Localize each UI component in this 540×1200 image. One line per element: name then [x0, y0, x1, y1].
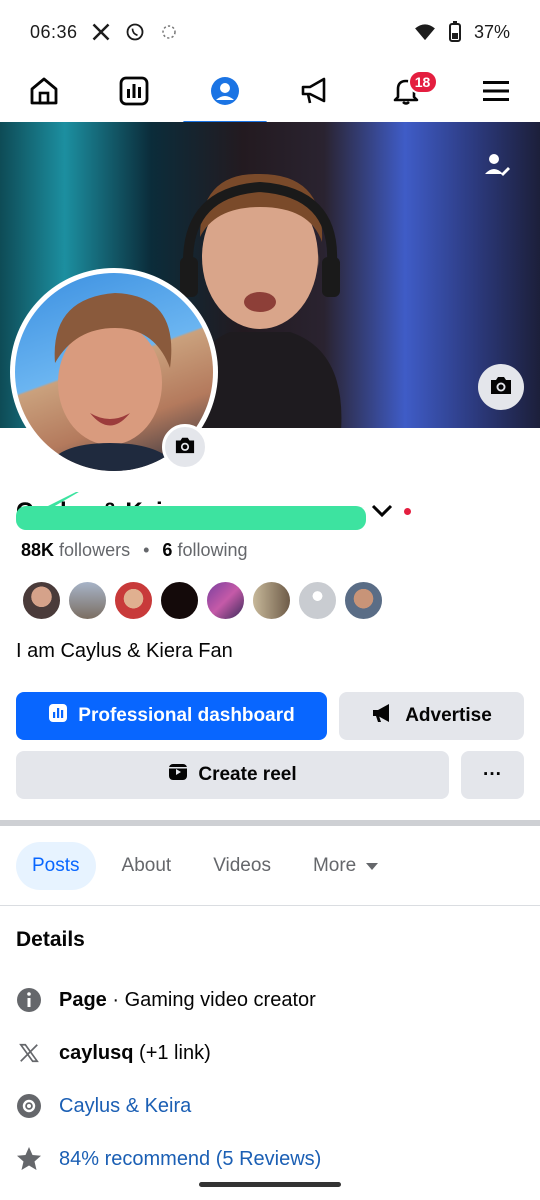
x-logo-icon: [90, 21, 112, 43]
nav-notifications[interactable]: 18: [376, 64, 438, 122]
battery-icon: [444, 21, 466, 43]
followers-label: followers: [59, 540, 131, 560]
detail-linked-page[interactable]: Caylus & Keira: [16, 1093, 191, 1119]
nav-ads[interactable]: [285, 64, 345, 122]
section-divider: [0, 820, 540, 826]
advertise-label: Advertise: [405, 705, 492, 726]
follower-avatar: [251, 580, 292, 621]
tab-about[interactable]: About: [106, 842, 188, 890]
profile-name: Caylus & Keira: [16, 492, 366, 530]
status-dot: [404, 507, 411, 515]
detail-x-handle: caylusq: [59, 1041, 134, 1064]
advertise-button[interactable]: Advertise: [339, 692, 524, 740]
tab-videos[interactable]: Videos: [197, 842, 287, 890]
follower-avatar: [67, 580, 108, 621]
following-count: 6: [162, 540, 173, 560]
more-options-button[interactable]: ···: [461, 751, 524, 799]
follower-avatars[interactable]: [21, 580, 384, 621]
create-reel-button[interactable]: Create reel: [16, 751, 449, 799]
detail-x-link[interactable]: caylusq (+1 link): [16, 1040, 211, 1066]
more-options-label: ···: [483, 764, 502, 785]
linked-page-icon: [16, 1093, 42, 1119]
follow-stats[interactable]: 88K followers • 6 following: [21, 540, 248, 561]
tab-more-label: More: [312, 855, 357, 876]
caret-down-icon: [366, 855, 379, 877]
battery-percent: 37%: [473, 21, 510, 42]
professional-dashboard-button[interactable]: Professional dashboard: [16, 692, 327, 740]
detail-reviews[interactable]: 84% recommend (5 Reviews): [16, 1146, 321, 1172]
sync-icon: [158, 21, 180, 43]
profile-icon: [209, 75, 241, 112]
profile-tabs: Posts About Videos More: [16, 842, 394, 890]
nav-profile[interactable]: [182, 64, 267, 124]
status-time: 06:36: [30, 21, 78, 42]
follower-avatar: [113, 580, 154, 621]
detail-x-extra: (+1 link): [133, 1041, 211, 1064]
nav-dashboard[interactable]: [104, 64, 164, 122]
info-icon: [16, 987, 42, 1013]
whatsapp-icon: [124, 21, 146, 43]
details-heading: Details: [16, 928, 85, 951]
nav-menu[interactable]: [466, 64, 526, 122]
follower-avatar: [205, 580, 246, 621]
reel-icon: [168, 762, 188, 788]
dashboard-icon: [48, 703, 68, 729]
follower-avatar: [159, 580, 200, 621]
tabs-separator: [0, 905, 540, 906]
follower-avatar-default: [297, 580, 338, 621]
gesture-home-bar[interactable]: [199, 1182, 341, 1187]
hamburger-icon: [481, 78, 511, 109]
profile-name-row[interactable]: Caylus & Keira: [16, 488, 411, 534]
create-reel-label: Create reel: [198, 764, 297, 785]
detail-page-label: Page: [59, 988, 107, 1011]
detail-reviews-text: 84% recommend (5 Reviews): [59, 1147, 322, 1170]
camera-icon: [174, 435, 196, 460]
notification-badge: 18: [407, 70, 438, 94]
professional-dashboard-label: Professional dashboard: [78, 705, 295, 726]
tab-posts[interactable]: Posts: [16, 842, 96, 890]
profile-bio: I am Caylus & Kiera Fan: [16, 640, 233, 662]
wifi-icon: [414, 21, 436, 43]
avatar-camera-button[interactable]: [162, 424, 208, 470]
followers-count: 88K: [21, 540, 55, 560]
megaphone-icon: [371, 703, 395, 729]
following-label: following: [177, 540, 248, 560]
stats-separator: •: [143, 540, 150, 560]
detail-linked-page-name: Caylus & Keira: [59, 1094, 192, 1117]
bar-chart-icon: [118, 75, 150, 112]
home-icon: [28, 75, 60, 112]
tab-more[interactable]: More: [297, 842, 394, 890]
star-icon: [16, 1146, 42, 1172]
megaphone-icon: [299, 75, 331, 112]
camera-icon: [489, 374, 513, 401]
follower-avatar: [21, 580, 62, 621]
x-logo-icon: [16, 1040, 42, 1066]
detail-page-category-text: · Gaming video creator: [106, 988, 316, 1011]
edit-profile-icon[interactable]: [474, 142, 520, 188]
nav-home[interactable]: [14, 64, 74, 122]
status-bar: 06:36 37%: [0, 0, 540, 64]
follower-avatar: [343, 580, 384, 621]
cover-camera-button[interactable]: [478, 364, 524, 410]
top-nav: 18: [0, 64, 540, 124]
detail-page-category: Page · Gaming video creator: [16, 987, 316, 1013]
